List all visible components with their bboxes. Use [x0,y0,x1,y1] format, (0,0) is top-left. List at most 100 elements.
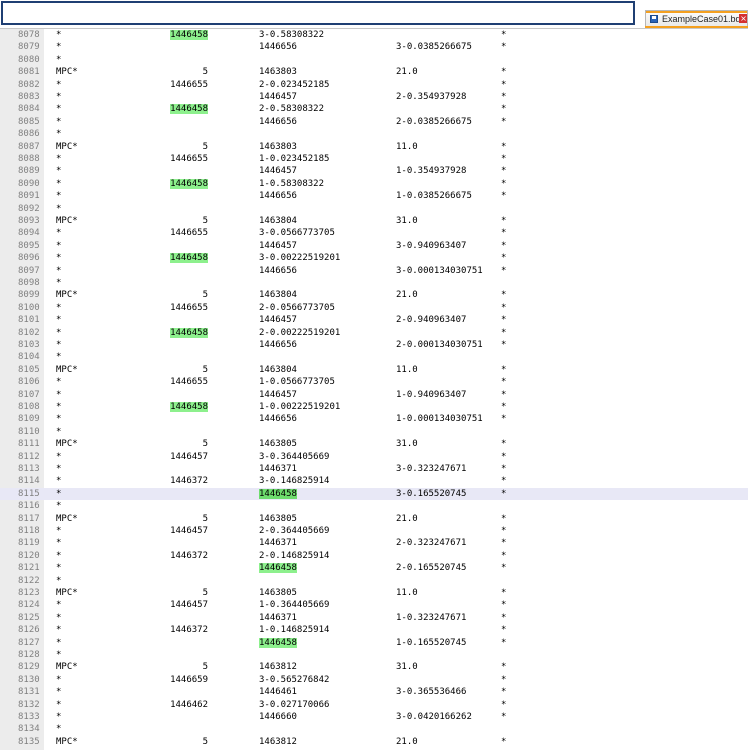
field-3: 2-0.00222519201 [259,327,341,338]
code-line[interactable]: 8109 * 1446656 1-0.000134030751 * [0,413,748,425]
code-line[interactable]: 8125 * 1446371 1-0.323247671 * [0,612,748,624]
code-line[interactable]: 8120 * 1446372 2-0.146825914 * [0,550,748,562]
search-input[interactable] [1,1,635,25]
code-line[interactable]: 8133 * 1446660 3-0.0420166262 * [0,711,748,723]
line-number: 8120 [18,550,40,561]
field-2: 1446458 [160,103,208,115]
code-line[interactable]: 8121 * 1446458 2-0.165520745 * [0,562,748,574]
line-number: 8082 [18,79,40,90]
code-line[interactable]: 8132 * 1446462 3-0.027170066 * [0,699,748,711]
code-line[interactable]: 8118 * 1446457 2-0.364405669 * [0,525,748,537]
code-editor[interactable]: 8078 * 1446458 3-0.58308322 * 8079 * 1446656 3-0… [0,28,748,750]
code-line[interactable]: 8081 MPC* 5 1463803 21.0 * [0,66,748,78]
code-line[interactable]: 8126 * 1446372 1-0.146825914 * [0,624,748,636]
code-line[interactable]: 8104 * [0,351,748,363]
field-1: * [56,426,62,437]
line-number: 8130 [18,674,40,685]
field-1: * [56,402,62,412]
field-5: * [501,464,507,474]
field-5: * [501,563,507,574]
code-line[interactable]: 8117 MPC* 5 1463805 21.0 * [0,513,748,525]
code-line[interactable]: 8135 MPC* 5 1463812 21.0 * [0,736,748,748]
code-line[interactable]: 8131 * 1446461 3-0.365536466 * [0,686,748,698]
field-3: 3-0.00222519201 [259,253,341,264]
code-line[interactable]: 8110 * [0,426,748,438]
field-5: * [501,191,507,202]
code-line[interactable]: 8084 * 1446458 2-0.58308322 * [0,103,748,115]
code-line[interactable]: 8103 * 1446656 2-0.000134030751 * [0,339,748,351]
field-5: * [501,476,507,487]
line-number: 8119 [18,538,40,549]
code-line[interactable]: 8122 * [0,575,748,587]
code-line[interactable]: 8083 * 1446457 2-0.354937928 * [0,91,748,103]
code-line[interactable]: 8105 MPC* 5 1463804 11.0 * [0,364,748,376]
code-line[interactable]: 8095 * 1446457 3-0.940963407 * [0,240,748,252]
code-line[interactable]: 8123 MPC* 5 1463805 11.0 * [0,587,748,599]
code-line[interactable]: 8086 * [0,128,748,140]
code-line[interactable]: 8112 * 1446457 3-0.364405669 * [0,451,748,463]
field-2: 5 [202,662,208,673]
code-line[interactable]: 8079 * 1446656 3-0.0385266675 * [0,41,748,53]
code-line[interactable]: 8119 * 1446371 2-0.323247671 * [0,537,748,549]
code-line[interactable]: 8089 * 1446457 1-0.354937928 * [0,165,748,177]
field-1: * [56,92,62,102]
field-4: 1-0.165520745 [396,637,467,648]
field-5: * [501,526,507,536]
code-line[interactable]: 8093 MPC* 5 1463804 31.0 * [0,215,748,227]
code-line[interactable]: 8108 * 1446458 1-0.00222519201 * [0,401,748,413]
field-3: 1463805 [259,439,297,450]
field-5: * [501,154,507,164]
code-line[interactable]: 8127 * 1446458 1-0.165520745 * [0,637,748,649]
code-line[interactable]: 8111 MPC* 5 1463805 31.0 * [0,438,748,450]
code-line[interactable]: 8091 * 1446656 1-0.0385266675 * [0,190,748,202]
line-number: 8114 [18,476,40,487]
field-3: 1446371 [259,464,297,474]
line-number: 8117 [18,513,40,524]
field-3: 3-0.0566773705 [259,228,335,239]
field-3: 1446458 [259,488,389,500]
field-1: * [56,637,62,648]
code-line[interactable]: 8080 * [0,54,748,66]
tab-examplecase01-bdf[interactable]: ExampleCase01.bdf × [645,10,748,26]
line-number: 8121 [18,563,40,574]
code-line[interactable]: 8098 * [0,277,748,289]
code-line[interactable]: 8097 * 1446656 3-0.000134030751 * [0,265,748,277]
code-line[interactable]: 8100 * 1446655 2-0.0566773705 * [0,302,748,314]
code-line[interactable]: 8114 * 1446372 3-0.146825914 * [0,475,748,487]
field-2: 1446457 [170,451,208,462]
code-line[interactable]: 8130 * 1446659 3-0.565276842 * [0,674,748,686]
code-line[interactable]: 8078 * 1446458 3-0.58308322 * [0,29,748,41]
code-line[interactable]: 8085 * 1446656 2-0.0385266675 * [0,116,748,128]
code-line[interactable]: 8099 MPC* 5 1463804 21.0 * [0,289,748,301]
code-line[interactable]: 8128 * [0,649,748,661]
code-line[interactable]: 8088 * 1446655 1-0.023452185 * [0,153,748,165]
code-line[interactable]: 8116 * [0,500,748,512]
field-1: * [56,389,62,400]
code-line[interactable]: 8094 * 1446655 3-0.0566773705 * [0,227,748,239]
close-icon[interactable]: × [739,14,747,23]
active-code-line[interactable]: 8115 * 1446458 3-0.165520745 * [0,487,748,501]
line-number: 8128 [18,650,40,660]
code-line[interactable]: 8087 MPC* 5 1463803 11.0 * [0,141,748,153]
field-3: 1446371 [259,538,297,549]
code-line[interactable]: 8092 * [0,203,748,215]
code-line[interactable]: 8107 * 1446457 1-0.940963407 * [0,389,748,401]
code-line[interactable]: 8106 * 1446655 1-0.0566773705 * [0,376,748,388]
field-1: MPC* [56,364,78,375]
code-line[interactable]: 8124 * 1446457 1-0.364405669 * [0,599,748,611]
code-line[interactable]: 8101 * 1446457 2-0.940963407 * [0,314,748,326]
line-number: 8104 [18,352,40,363]
code-line[interactable]: 8113 * 1446371 3-0.323247671 * [0,463,748,475]
field-3: 1446457 [259,240,297,251]
code-line[interactable]: 8082 * 1446655 2-0.023452185 * [0,79,748,91]
field-2: 1446655 [170,377,208,388]
field-3: 1446461 [259,687,297,698]
code-line[interactable]: 8134 * [0,723,748,735]
field-1: * [56,327,62,338]
field-1: * [56,340,62,350]
code-line[interactable]: 8090 * 1446458 1-0.58308322 * [0,178,748,190]
code-line[interactable]: 8096 * 1446458 3-0.00222519201 * [0,252,748,264]
code-line[interactable]: 8102 * 1446458 2-0.00222519201 * [0,327,748,339]
line-number: 8085 [18,116,40,127]
code-line[interactable]: 8129 MPC* 5 1463812 31.0 * [0,661,748,673]
